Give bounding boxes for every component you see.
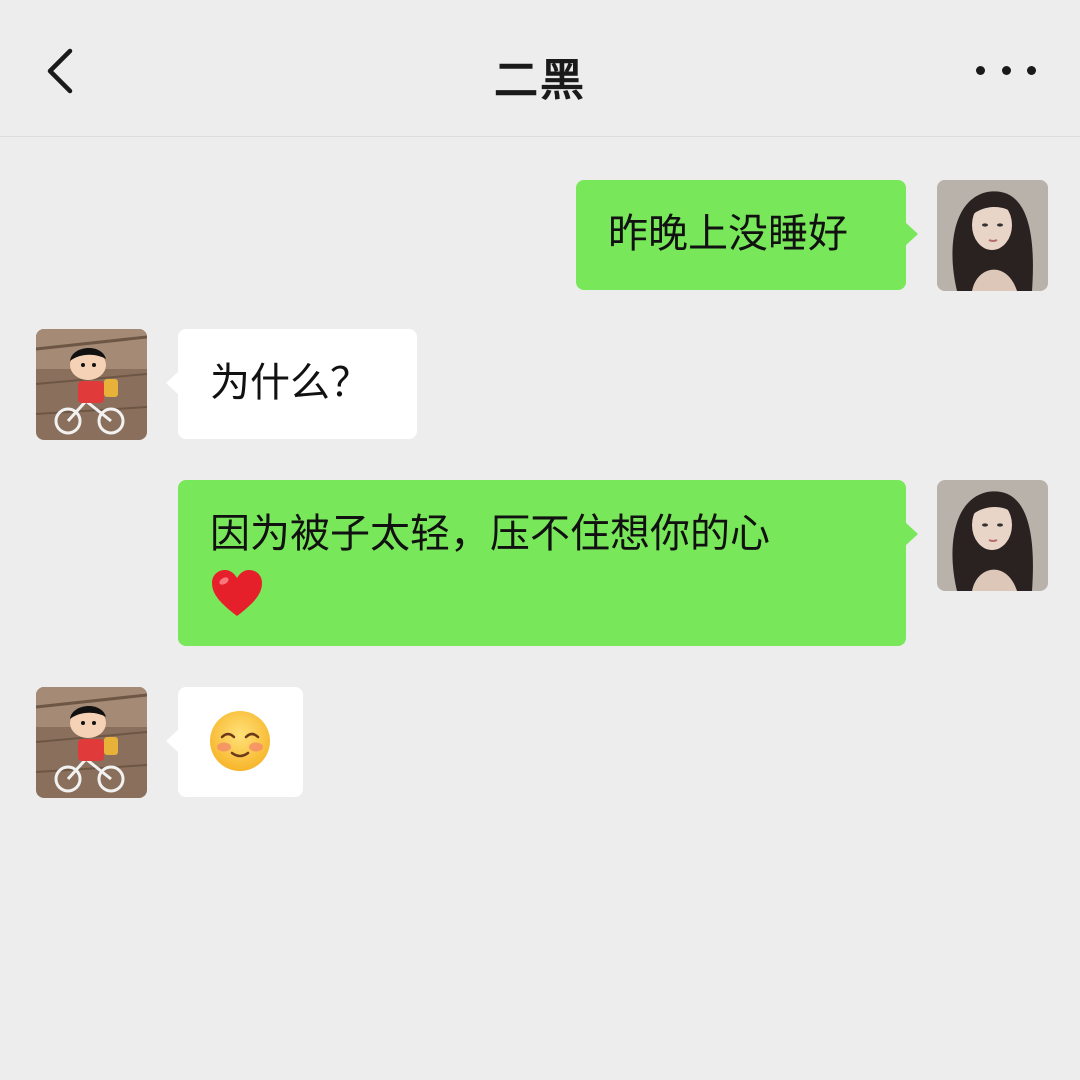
- my-avatar[interactable]: [937, 480, 1048, 591]
- message-text: 昨晚上没睡好: [608, 211, 848, 257]
- more-options-button[interactable]: [976, 58, 1036, 82]
- message-text: 因为被子太轻，压不住想你的心: [210, 511, 770, 557]
- heart-icon: [212, 570, 262, 616]
- message-bubble-received[interactable]: [166, 687, 303, 797]
- message-text: 为什么？: [210, 360, 370, 406]
- message-bubble-sent[interactable]: 因为被子太轻，压不住想你的心: [178, 480, 918, 646]
- contact-avatar[interactable]: [36, 329, 147, 440]
- my-avatar[interactable]: [937, 180, 1048, 291]
- message-bubble-sent[interactable]: 昨晚上没睡好: [576, 180, 918, 290]
- chat-header: 二黑: [0, 0, 1080, 137]
- more-dots-icon: [976, 65, 985, 75]
- message-bubble-received[interactable]: 为什么？: [166, 329, 417, 439]
- contact-avatar[interactable]: [36, 687, 147, 798]
- blushing-smile-emoji: [210, 711, 270, 771]
- chat-title: 二黑: [494, 55, 586, 106]
